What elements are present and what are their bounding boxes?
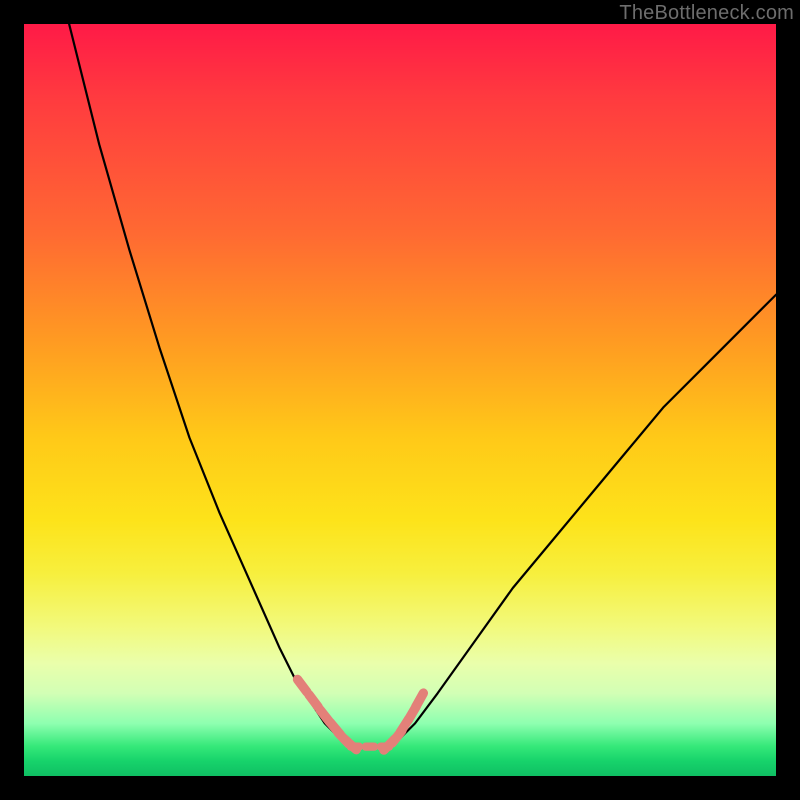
left-lobe-markers-marker [309,694,318,707]
plot-frame [24,24,776,776]
chart-stage: TheBottleneck.com [0,0,800,800]
right-lobe-curve [392,295,776,746]
floor-markers-marker [347,743,364,751]
curve-layer [24,24,776,776]
left-lobe-curve [69,24,347,746]
left-lobe-markers-marker [298,679,307,692]
floor-markers-marker [362,743,379,751]
floor-markers-marker [377,743,394,751]
right-lobe-markers-marker [416,693,424,707]
watermark-text: TheBottleneck.com [619,2,794,25]
